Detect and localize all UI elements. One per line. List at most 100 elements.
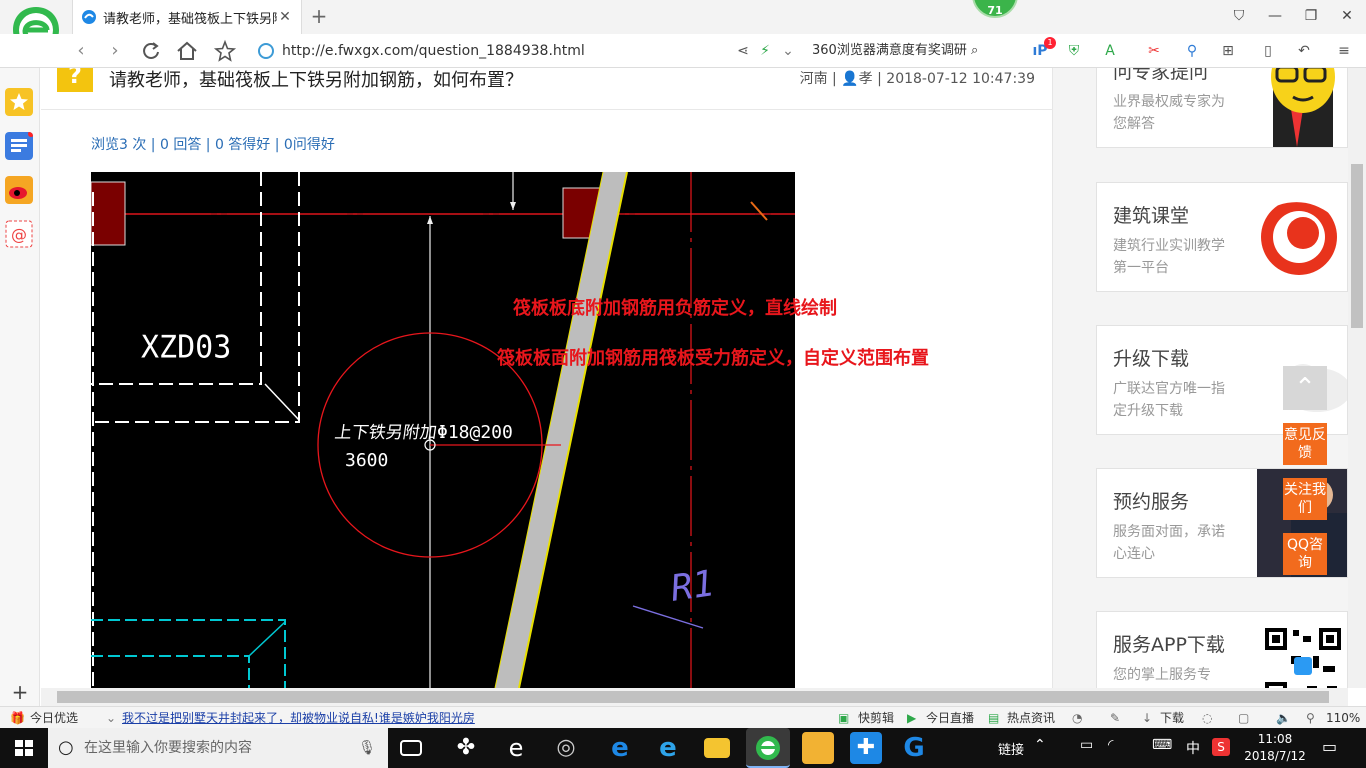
card-building-class[interactable]: 建筑课堂 建筑行业实训教学第一平台: [1096, 182, 1348, 292]
pinwheel-app-icon[interactable]: ✤: [450, 732, 482, 764]
zoom-level[interactable]: 110%: [1326, 710, 1360, 726]
home-icon[interactable]: [174, 39, 200, 63]
360-browser-icon: [756, 736, 780, 760]
horizontal-scrollbar[interactable]: [41, 688, 1348, 706]
address-bar: ‹ › http://e.fwxgx.com/question_1884938.…: [0, 34, 1366, 68]
sound-icon[interactable]: 🔈: [1276, 710, 1291, 726]
card-app-download[interactable]: 服务APP下载 您的掌上服务专: [1096, 611, 1348, 688]
wifi-icon[interactable]: ◜: [1108, 737, 1113, 753]
rebar-name-label: 上下铁另附加: [333, 423, 439, 443]
live-link[interactable]: 今日直播: [926, 710, 974, 726]
card-title: 问专家提问: [1113, 68, 1209, 83]
speed-mode-icon[interactable]: ⚡: [755, 42, 775, 60]
forward-icon[interactable]: ›: [102, 39, 128, 63]
site-info-icon[interactable]: [258, 43, 274, 59]
window-icon[interactable]: ▢: [1238, 710, 1249, 726]
meta-user[interactable]: 孝: [859, 71, 873, 87]
weibo-icon[interactable]: [5, 176, 33, 204]
taskbar-search-input[interactable]: ○ 在这里输入你要搜索的内容 🎙: [48, 728, 388, 768]
favorites-icon[interactable]: [5, 88, 33, 116]
back-to-top-icon[interactable]: ⌃: [1283, 366, 1327, 410]
undo-icon[interactable]: ↶: [1294, 42, 1314, 60]
close-window-button[interactable]: ✕: [1335, 6, 1359, 26]
meta-time: 2018-07-12 10:47:39: [886, 71, 1035, 87]
hot-news-link[interactable]: 热点资讯: [1007, 710, 1055, 726]
card-title: 预约服务: [1113, 491, 1190, 513]
search-icon[interactable]: ⌕: [971, 43, 978, 58]
keyboard-icon[interactable]: ⌨: [1152, 737, 1172, 753]
tools-icon[interactable]: ✎: [1110, 710, 1120, 726]
quick-cut-link[interactable]: 快剪辑: [858, 710, 894, 726]
browser-tab[interactable]: 请教老师，基础筏板上下铁另附加 ✕: [72, 0, 302, 34]
minimize-button[interactable]: —: [1263, 6, 1287, 26]
search-tool-icon[interactable]: ⚲: [1182, 42, 1202, 60]
page-content: ? 请教老师，基础筏板上下铁另附加钢筋，如何布置？ 河南 | 👤孝 | 2018…: [41, 68, 1366, 688]
news-ticker-link[interactable]: 我不过是把别墅天井封起来了，却被物业说自私!谁是嫉妒我阳光房: [122, 710, 475, 726]
bookmark-star-icon[interactable]: [212, 39, 238, 63]
email-icon[interactable]: @: [5, 220, 33, 248]
sogou-ime-icon[interactable]: S: [1212, 738, 1230, 756]
mode-dropdown-icon[interactable]: ⌄: [778, 42, 798, 60]
system-clock[interactable]: 11:08 2018/7/12: [1240, 731, 1310, 765]
internet-explorer-icon[interactable]: e: [652, 732, 684, 764]
site-favicon-icon: [82, 10, 96, 24]
security-score-badge[interactable]: 71: [972, 0, 1018, 18]
taskbar-search-placeholder: 在这里输入你要搜索的内容: [84, 740, 252, 756]
microphone-icon[interactable]: 🎙: [358, 728, 376, 768]
news-icon[interactable]: [5, 132, 33, 160]
card-ask-expert[interactable]: 问专家提问 业界最权威专家为您解答: [1096, 68, 1348, 148]
search-input[interactable]: 360浏览器满意度有奖调研 ⌕: [812, 40, 1007, 62]
notes-app-icon[interactable]: [802, 732, 834, 764]
cad-drawing-image[interactable]: XZD03 上下铁另附加 3600 Φ18@200 R1: [91, 172, 795, 688]
tray-expand-icon[interactable]: ⌃: [1034, 737, 1046, 753]
menu-icon[interactable]: ≡: [1334, 42, 1354, 60]
card-desc: 您的掌上服务专: [1113, 667, 1211, 683]
back-icon[interactable]: ‹: [68, 39, 94, 63]
edge-browser-icon[interactable]: e: [604, 732, 636, 764]
vertical-scroll-thumb[interactable]: [1351, 164, 1363, 328]
360-browser-taskbar-button[interactable]: [746, 728, 790, 768]
add-sidebar-item-icon[interactable]: +: [8, 680, 32, 704]
skin-icon[interactable]: ⛉: [1227, 6, 1251, 26]
windows-start-icon[interactable]: [0, 728, 48, 768]
refresh-icon[interactable]: [138, 39, 164, 63]
qr-code-icon[interactable]: [1263, 626, 1343, 688]
translate-icon[interactable]: A: [1100, 42, 1120, 60]
ie-browser-icon[interactable]: e: [500, 732, 532, 764]
file-explorer-icon[interactable]: [704, 738, 730, 758]
ime-indicator[interactable]: 中: [1186, 738, 1200, 758]
apps-grid-icon[interactable]: ⊞: [1218, 42, 1238, 60]
scissors-icon[interactable]: ✂: [1144, 42, 1164, 60]
rebar-spec-label: Φ18@200: [437, 422, 513, 443]
tab-title: 请教老师，基础筏板上下铁另附加: [103, 11, 277, 27]
swirl-app-icon[interactable]: ◎: [550, 732, 582, 764]
meta-region[interactable]: 河南: [800, 71, 828, 87]
clean-icon[interactable]: ◌: [1202, 710, 1212, 726]
feedback-button[interactable]: 意见反馈: [1283, 423, 1327, 465]
follow-us-button[interactable]: 关注我们: [1283, 478, 1327, 520]
speed-icon[interactable]: ◔: [1072, 710, 1082, 726]
vertical-scrollbar[interactable]: [1348, 68, 1366, 688]
today-picks-link[interactable]: 今日优选: [30, 710, 78, 726]
chevron-down-icon[interactable]: ⌄: [106, 710, 116, 726]
url-text: http://e.fwxgx.com/question_1884938.html: [282, 43, 585, 59]
card-desc: 服务面对面，承诺心连心: [1113, 524, 1225, 562]
tab-close-icon[interactable]: ✕: [277, 9, 293, 25]
card-desc: 广联达官方唯一指定升级下载: [1113, 381, 1225, 419]
shield-icon[interactable]: ⛨: [1064, 42, 1084, 60]
download-link[interactable]: 下载: [1160, 710, 1184, 726]
links-toolbar[interactable]: 链接: [998, 739, 1024, 758]
horizontal-scroll-thumb[interactable]: [57, 691, 1329, 703]
plus-app-icon[interactable]: ✚: [850, 732, 882, 764]
mobile-icon[interactable]: ▯: [1258, 42, 1278, 60]
qq-consult-button[interactable]: QQ咨询: [1283, 533, 1327, 575]
r1-label: R1: [668, 563, 718, 610]
url-field[interactable]: http://e.fwxgx.com/question_1884938.html: [258, 39, 728, 63]
maximize-button[interactable]: ❐: [1299, 6, 1323, 26]
task-view-icon[interactable]: [400, 740, 422, 756]
share-icon[interactable]: ⋖: [733, 42, 753, 60]
glodon-g-icon[interactable]: G: [898, 732, 930, 764]
new-tab-button[interactable]: +: [308, 5, 330, 27]
battery-icon[interactable]: ▭: [1080, 737, 1093, 753]
action-center-icon[interactable]: ▭: [1322, 737, 1337, 756]
